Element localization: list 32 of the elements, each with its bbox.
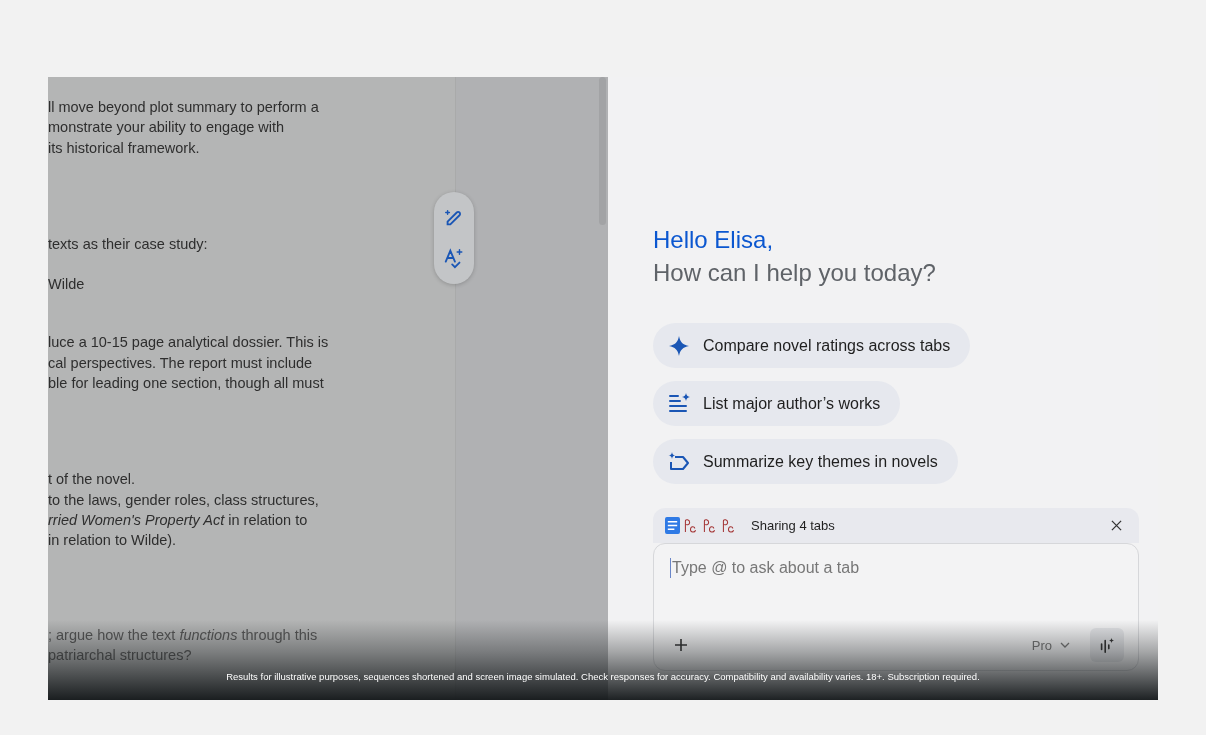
document-text-line: luce a 10-15 page analytical dossier. This is: [48, 333, 330, 353]
document-text-line: cal perspectives. The report must include: [48, 353, 314, 373]
prompt-heading: How can I help you today?: [653, 258, 937, 288]
document-text-line: in relation to Wilde).: [48, 531, 178, 551]
chevron-down-icon: [1060, 642, 1070, 648]
document-text-line: patriarchal structures?: [48, 645, 193, 665]
voice-button[interactable]: [1090, 628, 1124, 662]
document-text-line: monstrate your ability to engage with: [48, 118, 286, 138]
document-text-line: t of the novel.: [48, 470, 137, 490]
document-text-line: texts as their case study:: [48, 234, 209, 254]
suggestion-chip[interactable]: Summarize key themes in novels: [653, 439, 958, 484]
scrollbar-thumb[interactable]: [599, 77, 606, 225]
document-text-line: rried Women's Property Act in relation to: [48, 510, 309, 530]
document-text-line: ble for leading one section, though all must: [48, 374, 325, 394]
disclaimer-caption: Results for illustrative purposes, sequences shortened and screen image simulated. Check responses for accuracy. Compatibility and availability varies. 18+. Subscription required.: [225, 671, 981, 682]
document-text-line: ; argue how the text functions through this: [48, 625, 319, 645]
sharing-label: Sharing 4 tabs: [751, 518, 835, 533]
favicon-icon: [720, 516, 737, 535]
plus-icon: [674, 638, 688, 652]
audio-sparkle-icon: [1098, 636, 1116, 654]
favicon-icon: [701, 516, 718, 535]
favicon-icon: [682, 516, 699, 535]
greeting-text: Hello Elisa,: [653, 225, 775, 255]
document-text-line: its historical framework.: [48, 138, 201, 158]
document-text-line: ll move beyond plot summary to perform a: [48, 98, 320, 117]
document-text-line: Wilde: [48, 275, 86, 295]
suggestion-chip[interactable]: Compare novel ratings across tabs: [653, 323, 971, 368]
spellcheck-sparkle-icon[interactable]: [443, 247, 465, 269]
close-icon: [1111, 520, 1122, 531]
document-icon: [665, 517, 680, 534]
document-text-line: to the laws, gender roles, class structures,: [48, 490, 320, 510]
suggestion-chip[interactable]: List major author’s works: [653, 381, 901, 426]
